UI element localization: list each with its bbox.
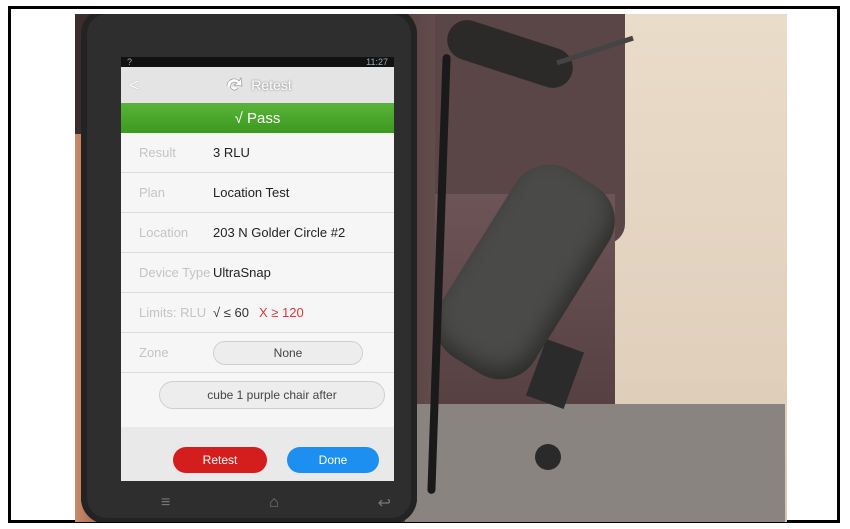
zone-selector[interactable]: None: [213, 340, 363, 365]
row-value: 3 RLU: [213, 145, 250, 160]
row-plan: Plan Location Test: [121, 173, 394, 213]
fail-limit: X ≥ 120: [258, 305, 304, 320]
notes-field[interactable]: cube 1 purple chair after: [159, 381, 385, 409]
retest-button[interactable]: Retest: [173, 447, 267, 473]
back-button[interactable]: <: [121, 75, 147, 96]
pass-limit: √ ≤ 60: [213, 305, 249, 320]
clock: 11:27: [366, 57, 388, 67]
row-value: UltraSnap: [213, 265, 271, 280]
row-result: Result 3 RLU: [121, 133, 394, 173]
action-bar: Retest Done: [121, 427, 394, 481]
row-zone: Zone None: [121, 333, 394, 373]
row-label: Result: [139, 145, 176, 160]
photo: ? 11:27 < Retest √ Pass Result 3 RLU Pla…: [75, 14, 787, 522]
pass-banner: √ Pass: [121, 103, 394, 133]
menu-icon[interactable]: ≡: [161, 494, 170, 512]
device-nav-bar: ≡ ⌂ ↩: [161, 488, 391, 518]
home-icon[interactable]: ⌂: [269, 494, 279, 512]
row-limits: Limits: RLU √ ≤ 60 X ≥ 120: [121, 293, 394, 333]
row-location: Location 203 N Golder Circle #2: [121, 213, 394, 253]
handheld-device: ? 11:27 < Retest √ Pass Result 3 RLU Pla…: [81, 14, 417, 522]
row-label: Zone: [139, 345, 169, 360]
row-label: Location: [139, 225, 189, 240]
page-title: Retest: [251, 77, 292, 93]
title-wrap: Retest: [147, 74, 394, 96]
row-value: 203 N Golder Circle #2: [213, 225, 346, 240]
status-bar: ? 11:27: [121, 57, 394, 67]
row-device-type: Device Type UltraSnap: [121, 253, 394, 293]
floor: [405, 404, 785, 522]
details-list: Result 3 RLU Plan Location Test Location…: [121, 133, 394, 373]
back-icon[interactable]: ↩: [378, 493, 391, 513]
done-button[interactable]: Done: [287, 447, 379, 473]
row-label: Plan: [139, 185, 166, 200]
row-label: Limits: RLU: [139, 305, 207, 320]
title-bar: < Retest: [121, 67, 394, 103]
status-icon: ?: [127, 57, 133, 67]
chair-wheel: [535, 444, 561, 470]
row-value: Location Test: [213, 185, 290, 200]
row-label: Device Type: [139, 265, 211, 280]
device-screen: ? 11:27 < Retest √ Pass Result 3 RLU Pla…: [121, 57, 394, 481]
retest-icon: [226, 77, 243, 91]
